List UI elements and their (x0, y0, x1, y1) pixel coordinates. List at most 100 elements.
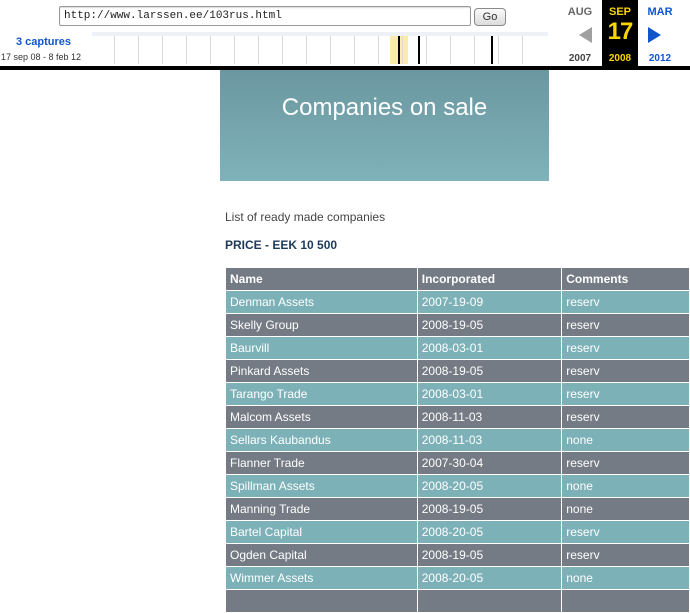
capture-sparkline[interactable] (92, 32, 548, 66)
sparkline-separator (402, 36, 403, 64)
cell-comments: none (561, 474, 690, 498)
sparkline-separator (354, 36, 355, 64)
cell-incorporated: 2008-20-05 (416, 566, 563, 590)
sparkline-separator (426, 36, 427, 64)
cell-name: Wimmer Assets (225, 566, 418, 590)
sparkline-separator (522, 36, 523, 64)
page-title: Companies on sale (281, 94, 488, 121)
cell-incorporated: 2008-19-05 (416, 359, 563, 383)
sparkline-separator (258, 36, 259, 64)
cell-incorporated: 2008-11-03 (416, 428, 563, 452)
cell-name: Spillman Assets (225, 474, 418, 498)
next-month-link[interactable]: MAR (643, 6, 677, 18)
cell-incorporated: 2008-20-05 (416, 520, 563, 544)
table-row: Spillman Assets 2008-20-05 none (225, 474, 690, 498)
table-row: Wimmer Assets 2008-20-05 none (225, 566, 690, 590)
table-row: Manning Trade 2008-19-05 none (225, 497, 690, 521)
cell-name: Sellars Kaubandus (225, 428, 418, 452)
table-row: Skelly Group 2008-19-05 reserv (225, 313, 690, 337)
url-input[interactable] (59, 6, 471, 26)
sparkline-separator (378, 36, 379, 64)
cell-comments: reserv (561, 405, 690, 429)
go-button[interactable]: Go (474, 8, 506, 26)
sparkline-separator (474, 36, 475, 64)
sparkline-separator (186, 36, 187, 64)
sparkline-capture-tick[interactable] (418, 36, 420, 64)
cell-comments: reserv (561, 336, 690, 360)
cell-incorporated: 2007-30-04 (416, 451, 563, 475)
cell-name: Denman Assets (225, 290, 418, 314)
sparkline-separator (114, 36, 115, 64)
cell-name: Baurvill (225, 336, 418, 360)
captures-link[interactable]: 3 captures (16, 36, 71, 48)
table-row: Pinkard Assets 2008-19-05 reserv (225, 359, 690, 383)
captures-range: 17 sep 08 - 8 feb 12 (1, 52, 82, 62)
sparkline-separator (162, 36, 163, 64)
table-row: Denman Assets 2007-19-09 reserv (225, 290, 690, 314)
intro-text: List of ready made companies (225, 210, 386, 224)
cell-name: Bartel Capital (225, 520, 418, 544)
sparkline-separator (282, 36, 283, 64)
cell-comments: reserv (561, 451, 690, 475)
cell-incorporated: 2008-11-03 (416, 405, 563, 429)
header-incorporated: Incorporated (416, 267, 563, 291)
cell-comments: none (561, 497, 690, 521)
cell-incorporated: 2008-19-05 (416, 313, 563, 337)
sparkline-separator (306, 36, 307, 64)
next-year-link[interactable]: 2012 (643, 53, 677, 64)
sparkline-capture-tick[interactable] (491, 36, 493, 64)
cell-name (225, 589, 418, 613)
prev-capture-arrow-icon (579, 27, 592, 43)
cell-incorporated: 2008-20-05 (416, 474, 563, 498)
sparkline-separator (234, 36, 235, 64)
cell-name: Skelly Group (225, 313, 418, 337)
cell-incorporated: 2008-03-01 (416, 336, 563, 360)
cell-comments: none (561, 428, 690, 452)
cell-name: Flanner Trade (225, 451, 418, 475)
table-row: Ogden Capital 2008-19-05 reserv (225, 543, 690, 567)
wayback-toolbar: Go 3 captures 17 sep 08 - 8 feb 12 AUG 2… (0, 0, 690, 68)
sparkline-separator (330, 36, 331, 64)
table-row: Flanner Trade 2007-30-04 reserv (225, 451, 690, 475)
cell-comments: reserv (561, 313, 690, 337)
sparkline-separator (210, 36, 211, 64)
current-day: 17 (607, 18, 634, 45)
cell-comments (561, 589, 690, 613)
cell-incorporated (416, 589, 563, 613)
current-capture-date: SEP 17 2008 (602, 0, 638, 68)
cell-comments: reserv (561, 382, 690, 406)
table-row: Sellars Kaubandus 2008-11-03 none (225, 428, 690, 452)
prev-year-label: 2007 (568, 53, 592, 64)
table-header-row: Name Incorporated Comments (225, 267, 690, 291)
header-comments: Comments (561, 267, 690, 291)
sparkline-separator (138, 36, 139, 64)
cell-name: Malcom Assets (225, 405, 418, 429)
cell-comments: reserv (561, 290, 690, 314)
table-row: Malcom Assets 2008-11-03 reserv (225, 405, 690, 429)
current-month: SEP (608, 6, 631, 18)
cell-incorporated: 2008-19-05 (416, 543, 563, 567)
sparkline-separator (450, 36, 451, 64)
price-text: PRICE - EEK 10 500 (225, 238, 338, 252)
cell-name: Pinkard Assets (225, 359, 418, 383)
hero-banner: Companies on sale (220, 70, 549, 181)
cell-name: Ogden Capital (225, 543, 418, 567)
companies-table: Name Incorporated Comments Denman Assets… (225, 267, 690, 613)
header-name: Name (225, 267, 418, 291)
sparkline-band (92, 32, 548, 36)
cell-comments: reserv (561, 543, 690, 567)
cell-incorporated: 2008-19-05 (416, 497, 563, 521)
cell-name: Tarango Trade (225, 382, 418, 406)
table-row: Baurvill 2008-03-01 reserv (225, 336, 690, 360)
sparkline-separator (498, 36, 499, 64)
cell-incorporated: 2007-19-09 (416, 290, 563, 314)
sparkline-capture-tick[interactable] (398, 36, 400, 64)
next-capture-arrow-icon[interactable] (648, 27, 661, 43)
table-row (225, 589, 690, 613)
cell-comments: none (561, 566, 690, 590)
table-row: Bartel Capital 2008-20-05 reserv (225, 520, 690, 544)
table-row: Tarango Trade 2008-03-01 reserv (225, 382, 690, 406)
cell-comments: reserv (561, 520, 690, 544)
cell-comments: reserv (561, 359, 690, 383)
current-year: 2008 (608, 53, 632, 64)
